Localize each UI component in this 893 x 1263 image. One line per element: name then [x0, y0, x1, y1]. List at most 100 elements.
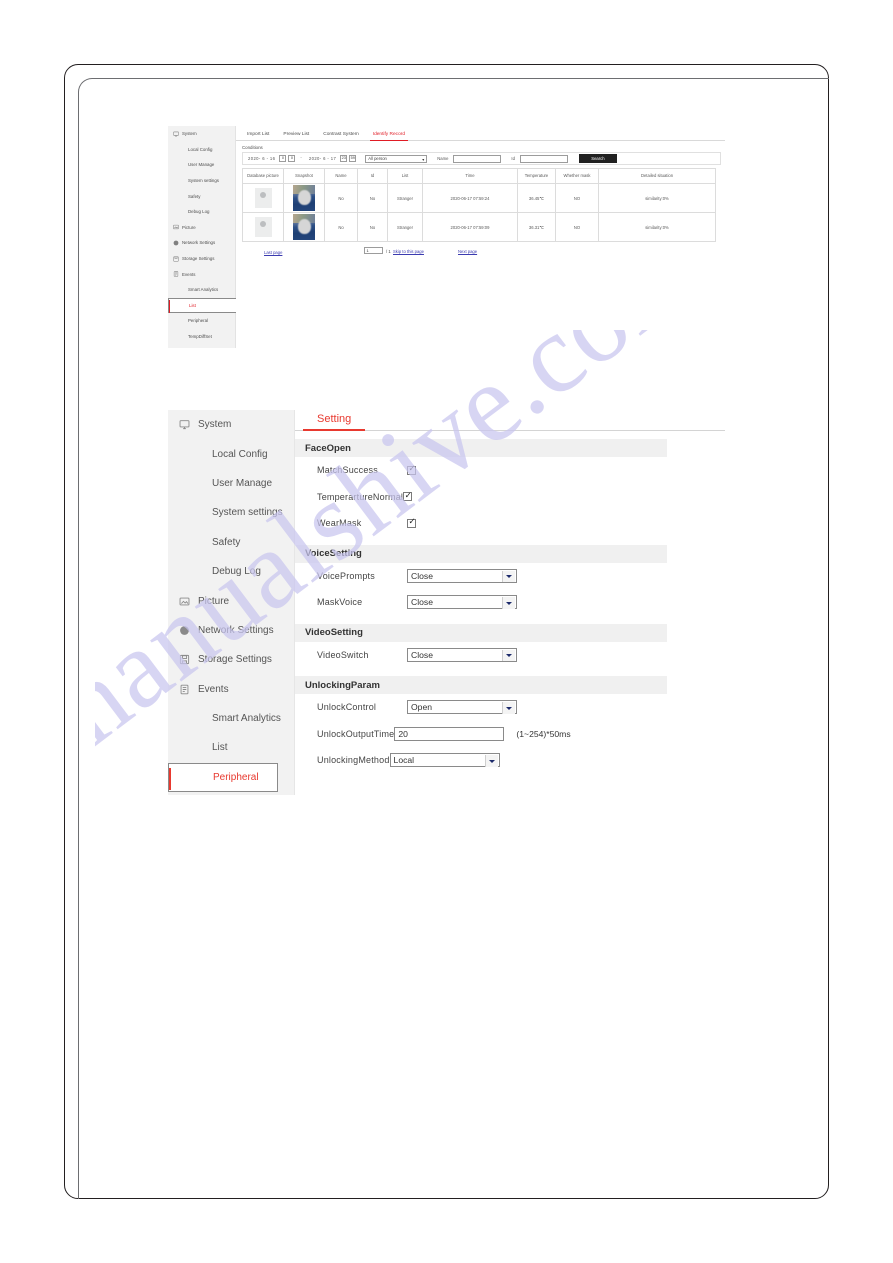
sidebar-item-label: User Manage [188, 162, 215, 168]
bottom-sidebar-nav[interactable]: System Local Config User Manage System s… [168, 410, 295, 795]
sidebar-item-system-settings[interactable]: System settings [168, 498, 294, 527]
temperature-normal-checkbox[interactable] [403, 491, 413, 502]
sidebar-item-network-settings[interactable]: Network Settings [168, 235, 235, 251]
sidebar-item-label: Events [198, 683, 229, 695]
end-minute-stepper[interactable]: 59 [349, 154, 357, 163]
group-header-videosetting: VideoSetting [295, 623, 667, 642]
field-unlock-output-time[interactable]: UnlockOutputTime 20 (1~254)*50ms [295, 721, 725, 748]
monitor-icon [179, 419, 190, 430]
cell-time: 2020-06-17 07:59:09 [422, 212, 518, 242]
top-panel-body: Import List Preview List Contrast System… [236, 126, 725, 348]
start-date-text[interactable]: 2020- 6 - 16 [246, 156, 277, 161]
group-header-unlockingparam: UnlockingParam [295, 676, 667, 694]
next-page-link[interactable]: Next page [458, 249, 477, 254]
sidebar-item-peripheral[interactable]: Peripheral [168, 313, 235, 329]
sidebar-item-system[interactable]: System [168, 126, 235, 142]
field-temperature-normal[interactable]: TemperartureNormal [295, 484, 725, 511]
tab-preview-list[interactable]: Preview List [276, 132, 316, 140]
name-filter-input[interactable] [453, 154, 502, 163]
sidebar-item-user-manage[interactable]: User Manage [168, 469, 294, 498]
last-page-link[interactable]: Last page [264, 250, 282, 255]
unlock-output-time-input[interactable]: 20 [394, 726, 505, 741]
sidebar-item-smart-analytics[interactable]: Smart Analytics [168, 704, 294, 733]
top-sidebar-nav[interactable]: System Local Config User Manage System s… [168, 126, 278, 348]
sidebar-item-network-settings[interactable]: Network Settings [168, 616, 294, 645]
end-hour-stepper[interactable]: 23 [340, 154, 348, 163]
voice-prompts-select[interactable]: Close [407, 568, 517, 583]
field-wear-mask[interactable]: WearMask [295, 510, 725, 537]
bottom-panel-body: Setting FaceOpen MatchSuccess Temperartu… [295, 405, 725, 805]
tab-import-list[interactable]: Import List [240, 132, 276, 140]
cell-snapshot[interactable] [283, 183, 325, 213]
cell-snapshot[interactable] [283, 212, 325, 242]
name-filter-label: Name [437, 156, 449, 161]
table-row[interactable]: No No Stranger 2020-06-17 07:59:24 36.45… [242, 183, 716, 213]
field-unlock-control[interactable]: UnlockControl Open [295, 694, 725, 721]
sidebar-item-safety[interactable]: Safety [168, 188, 235, 204]
sidebar-item-local-config[interactable]: Local Config [168, 142, 235, 158]
sidebar-item-picture[interactable]: Picture [168, 220, 235, 236]
field-label: UnlockControl [317, 702, 377, 713]
start-hour-stepper[interactable]: 0 [279, 154, 287, 163]
chevron-down-icon [502, 597, 515, 609]
sidebar-item-events[interactable]: Events [168, 675, 294, 704]
sidebar-item-user-manage[interactable]: User Manage [168, 157, 235, 173]
field-voice-prompts[interactable]: VoicePrompts Close [295, 563, 725, 590]
field-mask-voice[interactable]: MaskVoice Close [295, 589, 725, 616]
cell-database-picture [242, 183, 284, 213]
field-video-switch[interactable]: VideoSwitch Close [295, 642, 725, 669]
sidebar-item-label: Storage Settings [198, 654, 272, 666]
cell-temperature: 36.31℃ [517, 212, 556, 242]
skip-to-page-link[interactable]: Skip to this page [393, 249, 431, 255]
person-filter-select[interactable]: All person ▾ [365, 154, 428, 163]
sidebar-item-smart-analytics[interactable]: Smart Analytics [168, 282, 235, 298]
end-date-text[interactable]: 2020- 6 - 17 [307, 156, 338, 161]
conditions-label: Conditions [242, 145, 263, 150]
col-name: Name [324, 168, 358, 184]
cell-list: Stranger [387, 183, 423, 213]
sidebar-item-system-settings[interactable]: System settings [168, 173, 235, 189]
sidebar-item-events[interactable]: Events [168, 266, 235, 282]
page-number-input[interactable]: 1 [364, 247, 383, 254]
sidebar-item-safety[interactable]: Safety [168, 528, 294, 557]
sidebar-item-label: User Manage [212, 477, 273, 489]
wear-mask-checkbox[interactable] [407, 517, 416, 528]
sidebar-item-storage-settings[interactable]: Storage Settings [168, 645, 294, 674]
sidebar-item-debug-log[interactable]: Debug Log [168, 557, 294, 586]
cell-whether-mask: NO [555, 183, 599, 213]
cell-name: No [324, 183, 358, 213]
start-minute-stepper[interactable]: 0 [288, 154, 296, 163]
table-row[interactable]: No No Stranger 2020-06-17 07:59:09 36.31… [242, 212, 716, 242]
id-filter-input[interactable] [519, 154, 568, 163]
match-success-checkbox[interactable] [407, 464, 416, 475]
end-datetime-group[interactable]: 2020- 6 - 17 23 59 [307, 154, 357, 163]
field-match-success[interactable]: MatchSuccess [295, 457, 725, 484]
id-filter-label: Id [511, 156, 515, 161]
sidebar-item-storage-settings[interactable]: Storage Settings [168, 251, 235, 267]
sidebar-item-local-config[interactable]: Local Config [168, 439, 294, 468]
field-label: MaskVoice [317, 597, 363, 608]
unlocking-method-select[interactable]: Local [389, 753, 500, 768]
list-document-icon [179, 684, 190, 695]
sidebar-item-label: System settings [188, 178, 219, 184]
sidebar-item-debug-log[interactable]: Debug Log [168, 204, 235, 220]
tab-setting[interactable]: Setting [303, 413, 366, 431]
snapshot-thumbnail[interactable] [293, 185, 315, 211]
mask-voice-select[interactable]: Close [407, 595, 517, 610]
sidebar-item-list[interactable]: List [168, 733, 294, 762]
cell-whether-mask: NO [555, 212, 599, 242]
tab-identify-record[interactable]: Identify Record [366, 132, 412, 141]
snapshot-thumbnail[interactable] [293, 214, 315, 240]
start-datetime-group[interactable]: 2020- 6 - 16 0 0 [246, 154, 296, 163]
unlock-control-select[interactable]: Open [407, 700, 517, 715]
sidebar-item-tempdiffset[interactable]: TempDiffSet [168, 329, 235, 345]
sidebar-item-system[interactable]: System [168, 410, 294, 439]
field-label: TemperartureNormal [317, 491, 404, 502]
cell-list: Stranger [387, 212, 423, 242]
field-unlocking-method[interactable]: UnlockingMethod Local [295, 747, 725, 774]
sidebar-item-peripheral[interactable]: Peripheral [168, 762, 278, 793]
tab-contrast-system[interactable]: Contrast System [316, 132, 365, 140]
video-switch-select[interactable]: Close [407, 647, 517, 662]
sidebar-item-picture[interactable]: Picture [168, 586, 294, 615]
search-button[interactable]: Search [578, 154, 617, 163]
